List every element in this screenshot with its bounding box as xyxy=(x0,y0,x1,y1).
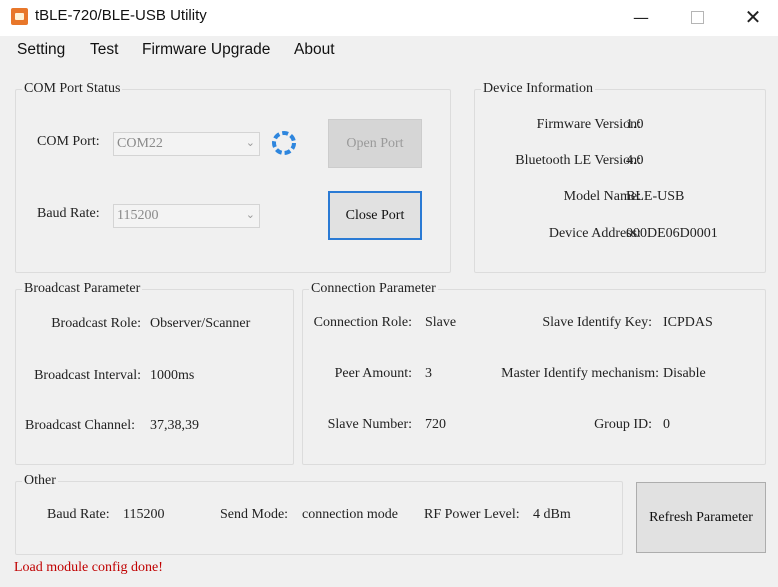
com-port-status-legend: COM Port Status xyxy=(22,81,123,97)
other-legend: Other xyxy=(22,473,58,489)
group-id-label: Group ID: xyxy=(594,417,652,432)
rf-power-level-label: RF Power Level: xyxy=(424,507,520,522)
firmware-version-value: 1.0 xyxy=(626,117,644,132)
send-mode-value: connection mode xyxy=(302,507,399,522)
other-baud-rate-label: Baud Rate: xyxy=(47,507,110,522)
device-information-group: Device Information Firmware Version: 1.0… xyxy=(474,81,766,273)
device-information-legend: Device Information xyxy=(481,81,596,97)
refresh-parameter-button[interactable]: Refresh Parameter xyxy=(636,482,766,553)
slave-number-label: Slave Number: xyxy=(327,417,412,432)
maximize-icon xyxy=(690,10,704,24)
connection-parameter-group: Connection Parameter Connection Role: Sl… xyxy=(302,281,766,465)
slave-number-value: 720 xyxy=(425,417,446,432)
baud-rate-select[interactable]: 115200 ⌄ xyxy=(113,204,260,228)
other-group: Other Baud Rate: 115200 Send Mode: conne… xyxy=(15,473,623,555)
refresh-icon[interactable] xyxy=(268,127,300,159)
close-port-label: Close Port xyxy=(345,207,405,223)
ble-version-value: 4.0 xyxy=(626,153,644,168)
device-address-value: 000DE06D0001 xyxy=(626,226,718,241)
menu-firmware-upgrade[interactable]: Firmware Upgrade xyxy=(142,41,270,59)
peer-amount-value: 3 xyxy=(425,366,432,381)
model-name-value: BLE-USB xyxy=(626,189,685,204)
close-port-button[interactable]: Close Port xyxy=(328,191,422,240)
chevron-down-icon: ⌄ xyxy=(245,136,255,149)
open-port-button[interactable]: Open Port xyxy=(328,119,422,168)
open-port-label: Open Port xyxy=(346,135,404,151)
baud-rate-value: 115200 xyxy=(117,208,159,223)
broadcast-parameter-group: Broadcast Parameter Broadcast Role: Obse… xyxy=(15,281,294,465)
broadcast-parameter-legend: Broadcast Parameter xyxy=(22,281,143,297)
maximize-button[interactable] xyxy=(674,0,720,34)
menu-about[interactable]: About xyxy=(294,41,335,59)
com-port-select[interactable]: COM22 ⌄ xyxy=(113,132,260,156)
close-icon: ✕ xyxy=(744,5,762,29)
com-port-label: COM Port: xyxy=(37,134,100,149)
broadcast-channel-label: Broadcast Channel: xyxy=(25,418,136,433)
broadcast-channel-value: 37,38,39 xyxy=(150,418,199,433)
broadcast-role-value: Observer/Scanner xyxy=(150,316,251,331)
group-id-value: 0 xyxy=(663,417,670,432)
send-mode-label: Send Mode: xyxy=(220,507,289,522)
ble-version-label: Bluetooth LE Version: xyxy=(515,153,641,168)
baud-rate-label: Baud Rate: xyxy=(37,206,100,221)
broadcast-interval-value: 1000ms xyxy=(150,368,195,383)
com-port-status-group: COM Port Status COM Port: COM22 ⌄ Open P… xyxy=(15,81,451,273)
com-port-value: COM22 xyxy=(117,136,163,151)
menu-setting[interactable]: Setting xyxy=(17,41,65,59)
close-button[interactable]: ✕ xyxy=(730,0,776,34)
connection-parameter-legend: Connection Parameter xyxy=(309,281,438,297)
connection-role-label: Connection Role: xyxy=(313,315,412,330)
slave-identify-key-value: ICPDAS xyxy=(663,315,713,330)
refresh-parameter-label: Refresh Parameter xyxy=(649,509,753,525)
rf-power-level-value: 4 dBm xyxy=(533,507,571,522)
master-identify-mechanism-value: Disable xyxy=(663,366,706,381)
menu-bar: Setting Test Firmware Upgrade About xyxy=(0,36,778,66)
main-panel: COM Port Status COM Port: COM22 ⌄ Open P… xyxy=(0,66,778,587)
broadcast-role-label: Broadcast Role: xyxy=(51,316,141,331)
broadcast-interval-label: Broadcast Interval: xyxy=(34,368,141,383)
status-message: Load module config done! xyxy=(14,560,163,575)
connection-role-value: Slave xyxy=(425,315,457,330)
menu-test[interactable]: Test xyxy=(90,41,118,59)
peer-amount-label: Peer Amount: xyxy=(334,366,412,381)
chevron-down-icon: ⌄ xyxy=(245,208,255,221)
minimize-icon: — xyxy=(633,7,649,27)
window-title: tBLE-720/BLE-USB Utility xyxy=(35,7,207,24)
minimize-button[interactable]: — xyxy=(618,0,664,34)
other-baud-rate-value: 115200 xyxy=(123,507,165,522)
title-bar: tBLE-720/BLE-USB Utility — ✕ xyxy=(0,0,778,34)
slave-identify-key-label: Slave Identify Key: xyxy=(542,315,652,330)
app-icon xyxy=(11,8,28,25)
master-identify-mechanism-label: Master Identify mechanism: xyxy=(501,366,659,381)
